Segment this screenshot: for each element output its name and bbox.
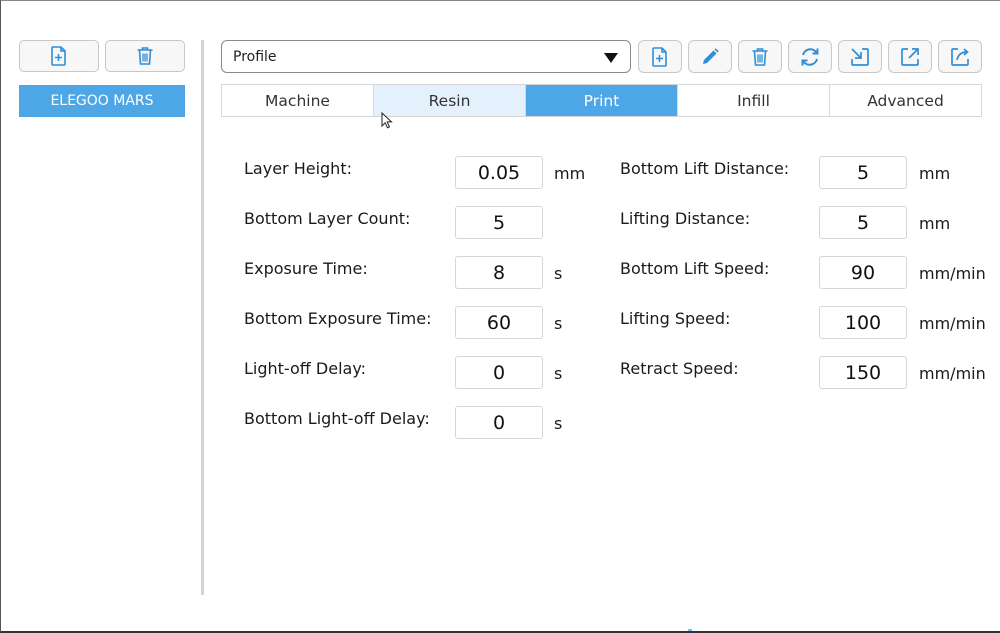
panel-divider — [201, 40, 204, 595]
pencil-icon — [703, 47, 719, 64]
light-off-delay-label: Light-off Delay: — [244, 359, 367, 378]
bottom-layer-count-input[interactable]: 5 — [455, 206, 543, 239]
edit-profile-button[interactable] — [688, 40, 732, 73]
bottom-light-off-delay-label: Bottom Light-off Delay: — [244, 409, 430, 428]
tab-resin[interactable]: Resin — [374, 85, 526, 116]
bottom-lift-distance-label: Bottom Lift Distance: — [620, 159, 790, 178]
bottom-exposure-time-label: Bottom Exposure Time: — [244, 309, 432, 328]
bottom-light-off-delay-input[interactable]: 0 — [455, 406, 543, 439]
retract-speed-input[interactable]: 150 — [819, 356, 907, 389]
export-icon — [901, 47, 919, 66]
refresh-icon — [801, 47, 819, 66]
add-printer-button[interactable] — [19, 40, 99, 72]
exposure-time-unit: s — [554, 264, 563, 283]
lifting-speed-input[interactable]: 100 — [819, 306, 907, 339]
export-profile-button[interactable] — [888, 40, 932, 73]
profile-selected-value: Profile — [233, 48, 277, 65]
bottom-lift-speed-input[interactable]: 90 — [819, 256, 907, 289]
delete-profile-button[interactable] — [738, 40, 782, 73]
layer-height-unit: mm — [554, 164, 586, 183]
profile-dropdown[interactable]: Profile — [221, 40, 631, 73]
printer-list-item[interactable]: ELEGOO MARS — [19, 85, 185, 117]
bottom-lift-distance-unit: mm — [919, 164, 951, 183]
light-off-delay-input[interactable]: 0 — [455, 356, 543, 389]
lifting-speed-unit: mm/min — [919, 314, 986, 333]
exposure-time-input[interactable]: 8 — [455, 256, 543, 289]
tab-machine[interactable]: Machine — [222, 85, 374, 116]
layer-height-input[interactable]: 0.05 — [455, 156, 543, 189]
import-profile-button[interactable] — [838, 40, 882, 73]
bottom-light-off-delay-unit: s — [554, 414, 563, 433]
file-plus-icon — [51, 46, 66, 66]
dropdown-arrow-icon — [604, 53, 618, 63]
taskbar-indicator — [688, 629, 692, 631]
tab-print[interactable]: Print — [526, 85, 678, 116]
bottom-lift-distance-input[interactable]: 5 — [819, 156, 907, 189]
lifting-speed-label: Lifting Speed: — [620, 309, 731, 328]
share-icon — [951, 47, 969, 66]
new-profile-button[interactable] — [638, 40, 682, 73]
trash-icon — [137, 47, 153, 65]
tab-infill[interactable]: Infill — [678, 85, 830, 116]
share-profile-button[interactable] — [938, 40, 982, 73]
import-icon — [851, 47, 869, 66]
lifting-distance-label: Lifting Distance: — [620, 209, 751, 228]
bottom-exposure-time-input[interactable]: 60 — [455, 306, 543, 339]
bottom-layer-count-label: Bottom Layer Count: — [244, 209, 411, 228]
retract-speed-unit: mm/min — [919, 364, 986, 383]
tab-advanced[interactable]: Advanced — [830, 85, 981, 116]
delete-printer-button[interactable] — [105, 40, 185, 72]
settings-tabs: Machine Resin Print Infill Advanced — [221, 84, 982, 117]
trash-icon — [752, 47, 768, 66]
bottom-exposure-time-unit: s — [554, 314, 563, 333]
lifting-distance-input[interactable]: 5 — [819, 206, 907, 239]
light-off-delay-unit: s — [554, 364, 563, 383]
exposure-time-label: Exposure Time: — [244, 259, 368, 278]
reset-profile-button[interactable] — [788, 40, 832, 73]
file-plus-icon — [652, 46, 667, 67]
retract-speed-label: Retract Speed: — [620, 359, 739, 378]
mouse-cursor-icon — [381, 112, 393, 129]
lifting-distance-unit: mm — [919, 214, 951, 233]
bottom-lift-speed-unit: mm/min — [919, 264, 986, 283]
bottom-lift-speed-label: Bottom Lift Speed: — [620, 259, 770, 278]
layer-height-label: Layer Height: — [244, 159, 352, 178]
